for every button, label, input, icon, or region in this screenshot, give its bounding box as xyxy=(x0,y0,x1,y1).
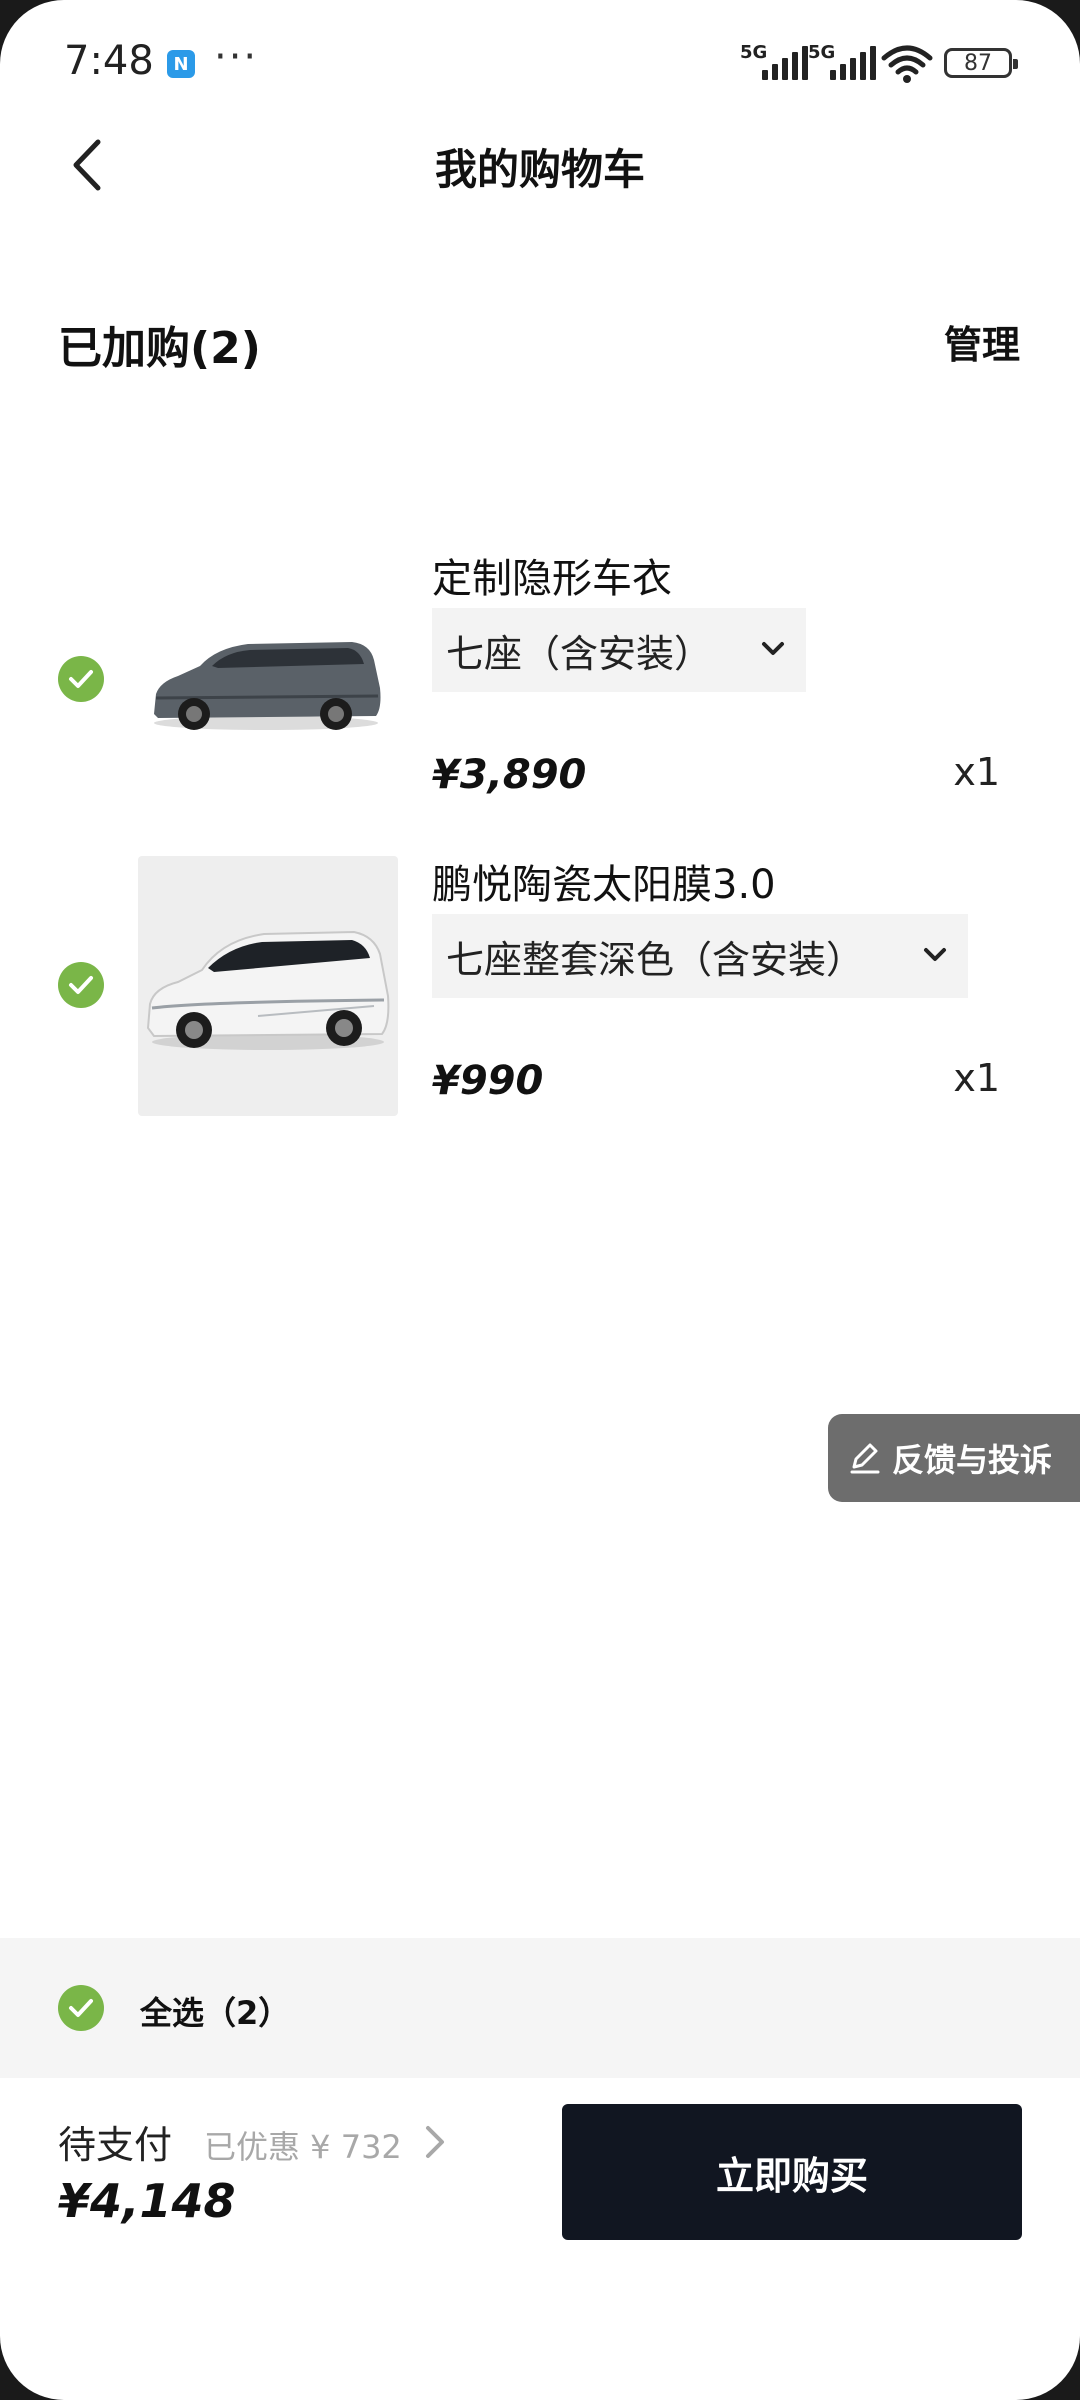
select-all-check-icon[interactable] xyxy=(58,1985,104,2031)
chevron-right-icon[interactable] xyxy=(418,2122,452,2162)
status-bar: 7:48 N ··· 5G 5G 87 xyxy=(0,0,1080,120)
spec-value: 七座（含安装） xyxy=(446,631,713,676)
edit-pencil-icon xyxy=(850,1443,880,1474)
status-time: 7:48 xyxy=(64,38,154,84)
total-price: ¥4,148 xyxy=(58,2174,236,2228)
buy-now-button[interactable]: 立即购买 xyxy=(562,2104,1022,2240)
spec-dropdown[interactable]: 七座（含安装） xyxy=(432,608,806,692)
added-count-label: 已加购(2) xyxy=(58,323,261,374)
select-all-bar: 全选（2） xyxy=(0,1938,1080,2078)
more-notifications-icon: ··· xyxy=(214,34,259,80)
product-image[interactable] xyxy=(138,548,398,808)
spec-value: 七座整套深色（含安装） xyxy=(446,937,865,982)
battery-icon: 87 xyxy=(944,48,1018,78)
nfc-icon: N xyxy=(167,50,195,78)
wifi-icon xyxy=(881,45,933,83)
product-image[interactable] xyxy=(138,856,398,1116)
signal-5g-icon-2: 5G xyxy=(808,42,882,82)
item-check-icon[interactable] xyxy=(58,962,104,1008)
chevron-down-icon xyxy=(762,642,784,655)
item-check-icon[interactable] xyxy=(58,656,104,702)
feedback-label: 反馈与投诉 xyxy=(892,1441,1053,1479)
item-name: 鹏悦陶瓷太阳膜3.0 xyxy=(432,862,776,908)
page-title: 我的购物车 xyxy=(434,145,645,194)
manage-button[interactable]: 管理 xyxy=(944,314,1020,369)
signal-5g-icon: 5G xyxy=(740,42,814,82)
cart-screen: 7:48 N ··· 5G 5G 87 我的购物车 已加购(2) 管理 定制隐形… xyxy=(0,0,1080,2400)
item-name: 定制隐形车衣 xyxy=(432,556,672,602)
discount-text[interactable]: 已优惠 ¥ 732 xyxy=(204,2122,402,2168)
item-quantity: x1 xyxy=(953,1056,1000,1100)
select-all-label[interactable]: 全选（2） xyxy=(140,1988,290,2034)
white-mpv-car-icon xyxy=(146,930,390,1050)
item-price: ¥990 xyxy=(432,1058,544,1104)
chevron-down-icon xyxy=(924,948,946,961)
pay-label: 待支付 xyxy=(58,2123,173,2167)
item-quantity: x1 xyxy=(953,750,1000,794)
spec-dropdown[interactable]: 七座整套深色（含安装） xyxy=(432,914,968,998)
dark-gray-mpv-car-icon xyxy=(154,642,381,730)
feedback-button[interactable]: 反馈与投诉 xyxy=(828,1414,1080,1502)
item-price: ¥3,890 xyxy=(432,752,587,798)
